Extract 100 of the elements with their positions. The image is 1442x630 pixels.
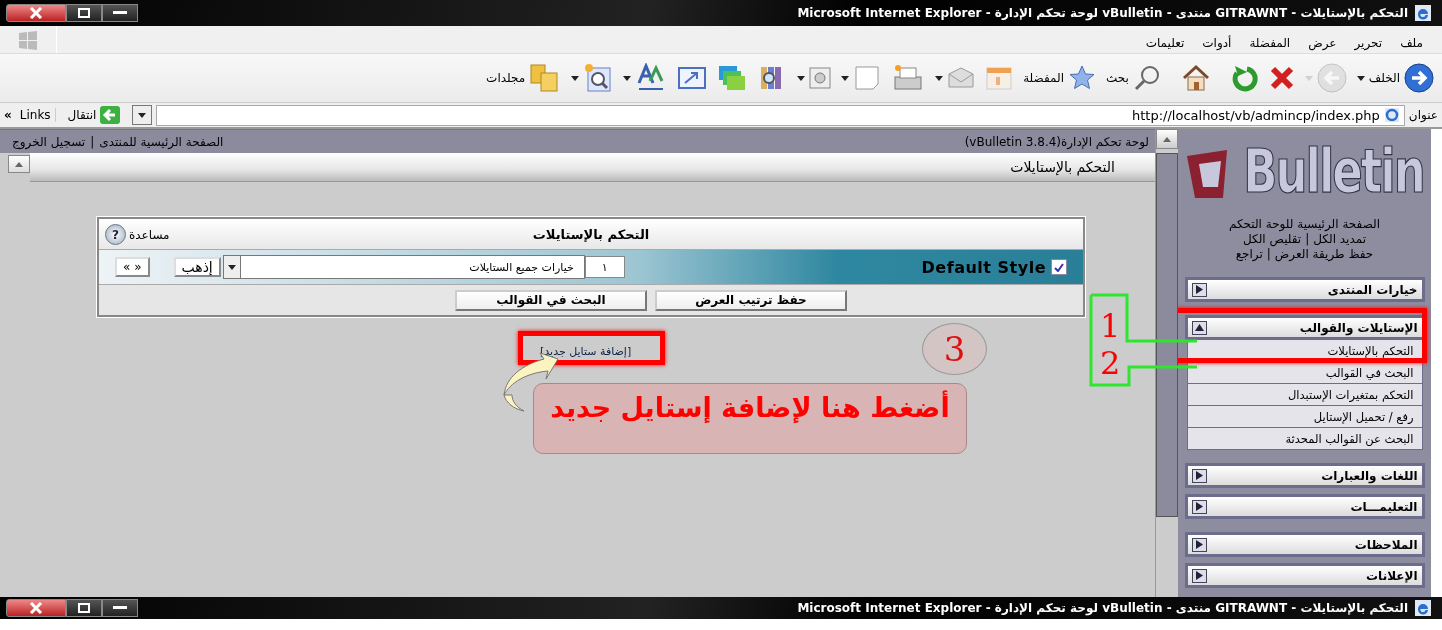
minimize-icon [113, 606, 127, 610]
dropdown-button[interactable] [132, 105, 153, 125]
toolbar-button[interactable]: مجلدات [486, 63, 562, 93]
close-icon [29, 7, 43, 19]
toolbar-button[interactable]: الخلف [1356, 63, 1434, 93]
go-button[interactable]: إذهب [173, 257, 221, 277]
chevron-text[interactable]: » [4, 108, 12, 122]
expand-icon [1195, 502, 1203, 511]
go-button[interactable]: انتقال [59, 106, 129, 124]
menu-item[interactable]: عرض [1299, 36, 1346, 50]
expand-icon [1195, 285, 1203, 294]
toolbar-button[interactable] [1180, 64, 1211, 92]
house-icon [1180, 64, 1211, 92]
page-icon [853, 64, 882, 92]
window-title: التحكم بالإستايلات - GITRAWNT منتدى - vBulletin لوحة تحكم الإدارة - Microsoft Internet Explorer [797, 6, 1408, 20]
restore-button[interactable] [66, 4, 102, 22]
help-link[interactable]: ? مساعدة [105, 224, 170, 245]
add-style-link[interactable]: [إضافة ستايل جديد] [540, 345, 632, 358]
callout-box: أضغط هنا لإضافة إستايل جديد [533, 383, 967, 454]
separator-text: | [1305, 232, 1310, 246]
check-icon [1054, 262, 1064, 272]
menu-item[interactable]: أدوات [1193, 36, 1241, 50]
menu-item[interactable]: التحكم بمتغيرات الإستبدال [1186, 384, 1423, 406]
search-icon [1132, 64, 1161, 92]
expand-icon [1195, 471, 1203, 480]
sidebar-link[interactable]: تقليص الكل [1243, 232, 1302, 246]
close-icon [29, 602, 43, 614]
menu-item[interactable]: البحث في القوالب [1186, 362, 1423, 384]
toolbar-button[interactable] [677, 66, 708, 90]
magnifier-page-icon [583, 63, 614, 93]
calendar-icon [985, 65, 1014, 91]
caret-icon [138, 112, 147, 118]
options-dropdown[interactable]: خيارات جميع الستايلات [222, 255, 585, 279]
caret-icon [15, 161, 23, 167]
panel-title: لوحة تحكم الإدارة(vBulletin 3.8.4) [964, 134, 1149, 149]
menu-item[interactable]: ملف [1391, 36, 1432, 50]
separator-text: | [90, 134, 95, 149]
restore-icon [78, 603, 90, 613]
toolbar-button[interactable] [797, 67, 832, 89]
step-number: 2 [1100, 347, 1121, 379]
checkbox[interactable] [1051, 259, 1067, 275]
window-title: التحكم بالإستايلات - GITRAWNT منتدى - vBulletin لوحة تحكم الإدارة - Microsoft Internet Explorer [797, 601, 1408, 615]
close-icon [1268, 65, 1295, 91]
sidebar-link[interactable]: تراجع [1235, 247, 1263, 261]
close-button[interactable] [6, 4, 66, 22]
windows-logo-icon [17, 28, 39, 51]
page-header: التحكم بالإستايلات [30, 153, 1155, 182]
toolbar-button[interactable]: المفضلة [1023, 64, 1096, 92]
menu-item[interactable]: المفضلة [1240, 36, 1300, 50]
top-link[interactable]: تسجيل الخروج [12, 134, 86, 149]
pager-button[interactable]: « » [115, 257, 150, 277]
toolbar-button[interactable] [571, 63, 614, 93]
style-name: Default Style [921, 257, 1046, 277]
menu-group[interactable]: التعليمـــات [1184, 494, 1425, 519]
browser-icon [1414, 599, 1432, 617]
sidebar-link[interactable]: حفظ طريقة العرض [1274, 247, 1374, 261]
sidebar-link[interactable]: الصفحة الرئيسية للوحة التحكم [1228, 217, 1381, 231]
minimize-icon [113, 11, 127, 15]
order-field[interactable]: ١ [584, 256, 625, 278]
menu-item[interactable]: البحث عن القوالب المحدثة [1186, 428, 1423, 450]
expand-icon [1195, 540, 1203, 549]
menu-group[interactable]: خيارات المنتدى [1184, 277, 1425, 302]
page-icon [1383, 107, 1400, 123]
caret-icon [1163, 136, 1171, 142]
step-badge: 3 [922, 323, 987, 375]
address-label: عنوان [1408, 108, 1438, 122]
panel-heading: التحكم بالإستايلات [532, 226, 650, 242]
window-icon [677, 66, 708, 90]
collapse-icon [1194, 324, 1204, 331]
scrollbar[interactable] [1155, 129, 1178, 597]
menu-item[interactable]: تحرير [1345, 36, 1392, 50]
menu-item[interactable]: رفع / تحميل الإستايل [1186, 406, 1423, 428]
menu-group[interactable]: الملاحظات [1184, 532, 1425, 557]
minimize-button[interactable] [102, 4, 138, 22]
menu-group[interactable]: الإعلانات [1184, 563, 1425, 588]
stacked-pages-icon [717, 64, 748, 92]
minimize-button[interactable] [102, 599, 138, 617]
close-button[interactable] [6, 599, 66, 617]
action-button[interactable]: حفظ ترتيب العرض [655, 289, 847, 311]
expand-icon [1195, 571, 1203, 580]
top-link[interactable]: الصفحة الرئيسية للمنتدى [99, 134, 224, 149]
refresh-icon [1230, 64, 1259, 92]
action-button[interactable]: البحث في القوالب [455, 289, 647, 311]
menu-group[interactable]: اللغات والعبارات [1184, 463, 1425, 488]
address-field[interactable]: http://localhost/vb/admincp/index.php [156, 104, 1405, 126]
toolbar-button[interactable]: بحث [1106, 64, 1161, 92]
square-icon [809, 67, 832, 89]
separator-text: | [1266, 247, 1271, 261]
star-icon [1068, 64, 1096, 92]
caret-icon [227, 264, 236, 270]
browser-icon [1414, 4, 1432, 22]
restore-icon [78, 8, 90, 18]
sidebar-link[interactable]: تمديد الكل [1313, 232, 1366, 246]
menu-item[interactable]: تعليمات [1136, 36, 1194, 50]
links-label[interactable]: Links [15, 108, 56, 122]
envelope-icon [947, 66, 976, 90]
toolbar-button[interactable] [1268, 65, 1295, 91]
step-number: 1 [1100, 310, 1121, 342]
scroll-up-button[interactable] [8, 155, 30, 173]
restore-button[interactable] [66, 599, 102, 617]
